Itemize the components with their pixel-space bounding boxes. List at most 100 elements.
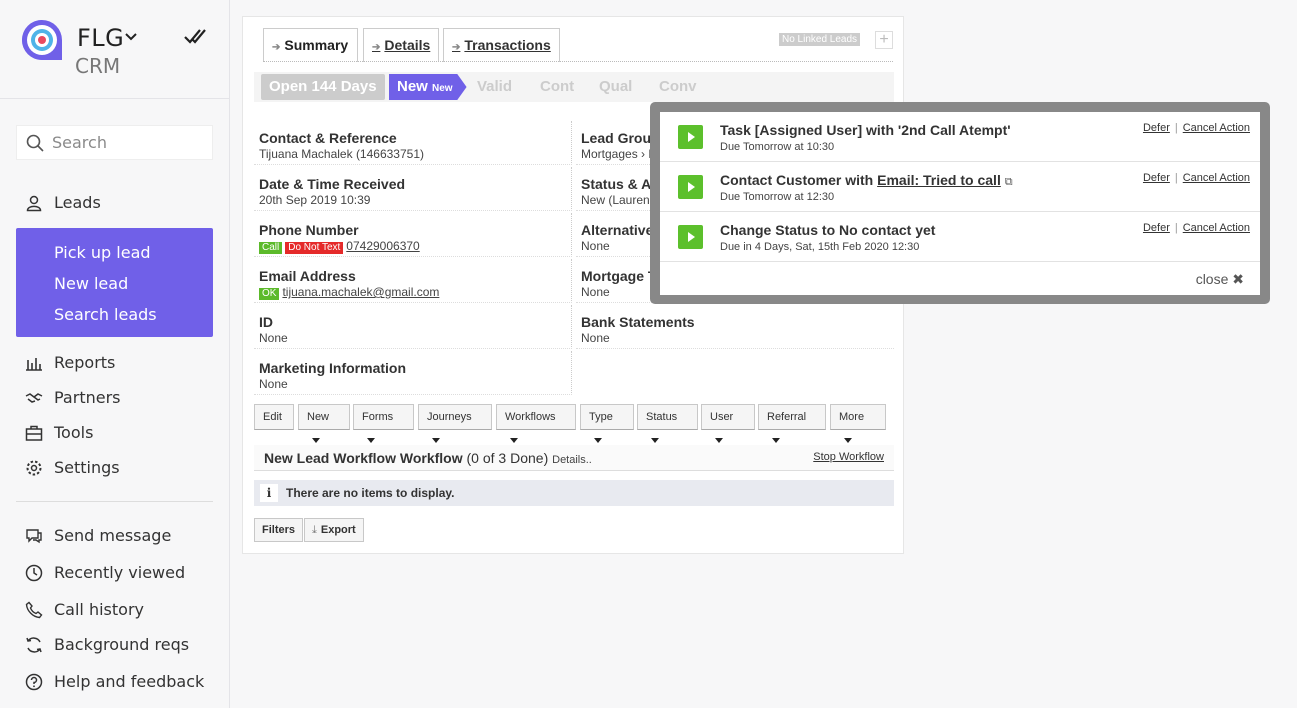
cancel-action-link[interactable]: Cancel Action [1183, 222, 1250, 234]
defer-link[interactable]: Defer [1143, 122, 1170, 134]
submenu-pick-up-lead[interactable]: Pick up lead [54, 243, 151, 262]
sidebar-item-partners[interactable]: Partners [25, 388, 120, 407]
sidebar-item-reports[interactable]: Reports [25, 353, 115, 372]
toolbox-icon [25, 425, 43, 441]
flg-logo-icon[interactable] [22, 20, 62, 60]
sidebar-item-call-history[interactable]: Call history [25, 600, 144, 619]
email-template-link[interactable]: Email: Tried to call [877, 172, 1001, 188]
close-popup-button[interactable]: close ✖ [1196, 271, 1244, 288]
call-badge[interactable]: Call [259, 242, 283, 254]
email-link[interactable]: tijuana.machalek@gmail.com [282, 285, 439, 299]
stage-valid[interactable]: Valid [469, 74, 520, 100]
button-label: Edit [263, 411, 282, 423]
export-button[interactable]: ⤓ Export [304, 518, 364, 542]
info-icon: i [260, 484, 278, 502]
play-icon[interactable] [678, 225, 703, 249]
add-linked-lead-button[interactable]: + [875, 31, 893, 49]
referral-dropdown-button[interactable]: Referral [758, 404, 826, 443]
field-email: Email Address OK tijuana.machalek@gmail.c… [254, 259, 572, 303]
sidebar-divider [16, 501, 213, 502]
sidebar-item-recently-viewed[interactable]: Recently viewed [25, 563, 185, 582]
task-title: Contact Customer with Email: Tried to ca… [720, 172, 1013, 189]
field-label: Bank Statements [581, 314, 695, 330]
cancel-action-link[interactable]: Cancel Action [1183, 172, 1250, 184]
chevron-down-icon[interactable] [123, 28, 139, 44]
user-dropdown-button[interactable]: User [701, 404, 755, 443]
action-separator: | [1174, 222, 1178, 234]
sidebar-item-help[interactable]: Help and feedback [25, 672, 204, 691]
status-dropdown-button[interactable]: Status [637, 404, 698, 443]
field-separator [254, 302, 572, 303]
defer-link[interactable]: Defer [1143, 172, 1170, 184]
stage-qual[interactable]: Qual [591, 74, 640, 100]
field-value: 20th Sep 2019 10:39 [259, 193, 371, 207]
more-dropdown-button[interactable]: More [830, 404, 886, 443]
field-separator [254, 394, 572, 395]
play-icon[interactable] [678, 175, 703, 199]
tab-transactions[interactable]: ➔ Transactions [443, 28, 560, 62]
action-separator: | [1174, 122, 1178, 134]
button-label: Journeys [427, 411, 472, 423]
submenu-new-lead[interactable]: New lead [54, 274, 128, 293]
button-label: More [839, 411, 865, 423]
empty-message: There are no items to display. [286, 486, 455, 500]
field-separator [254, 256, 572, 257]
task-actions: Defer | Cancel Action [1143, 172, 1250, 184]
tab-details[interactable]: ➔ Details [363, 28, 439, 62]
sidebar-item-label: Tools [54, 423, 94, 442]
sidebar-item-label: Send message [54, 526, 172, 545]
workflow-title: New Lead Workflow Workflow (0 of 3 Done)… [264, 450, 592, 466]
cancel-action-link[interactable]: Cancel Action [1183, 122, 1250, 134]
arrow-right-icon: ➔ [272, 42, 281, 53]
phone-link[interactable]: 07429006370 [346, 239, 419, 253]
field-value: None [581, 331, 610, 345]
filters-button[interactable]: Filters [254, 518, 304, 542]
field-value: None [581, 239, 610, 253]
submenu-search-leads[interactable]: Search leads [54, 305, 157, 324]
sidebar-item-background-reqs[interactable]: Background reqs [25, 635, 189, 654]
journeys-dropdown-button[interactable]: Journeys [418, 404, 492, 443]
user-icon [26, 195, 42, 211]
sidebar-item-send-message[interactable]: Send message [25, 526, 171, 545]
task-due: Due Tomorrow at 12:30 [720, 191, 835, 203]
sidebar-item-leads[interactable]: Leads [25, 193, 101, 212]
brand-name[interactable]: FLG [77, 24, 124, 52]
defer-link[interactable]: Defer [1143, 222, 1170, 234]
field-value: Tijuana Machalek (146633751) [259, 147, 424, 161]
search-input[interactable] [52, 133, 202, 152]
field-separator [576, 348, 894, 349]
tab-summary[interactable]: ➔ Summary [263, 28, 358, 62]
search-box[interactable] [16, 125, 213, 160]
field-label: Date & Time Received [259, 176, 406, 192]
stop-workflow-link[interactable]: Stop Workflow [813, 451, 884, 463]
sidebar-item-settings[interactable]: Settings [25, 458, 120, 477]
stage-open-days: Open 144 Days [261, 74, 385, 100]
field-value: None [581, 285, 610, 299]
search-icon [26, 134, 44, 152]
stage-conv[interactable]: Conv [651, 74, 705, 100]
type-dropdown-button[interactable]: Type [580, 404, 634, 443]
actions-popup-frame: Task [Assigned User] with '2nd Call Atem… [650, 102, 1270, 304]
edit-button[interactable]: Edit [254, 404, 294, 430]
no-linked-leads-badge: No Linked Leads [779, 33, 861, 46]
stage-new[interactable]: New New [389, 74, 467, 100]
sidebar: FLG CRM Leads Pick up lead New lead Sear… [0, 0, 230, 708]
stage-cont[interactable]: Cont [532, 74, 582, 100]
field-bank-statements: Bank Statements None [576, 305, 894, 349]
play-icon[interactable] [678, 125, 703, 149]
workflow-details-link[interactable]: Details.. [552, 454, 592, 466]
caret-down-icon [367, 438, 375, 443]
sidebar-divider [0, 98, 230, 99]
external-link-icon[interactable]: ⧉ [1005, 176, 1013, 188]
field-separator [571, 121, 572, 165]
download-icon: ⤓ [312, 524, 317, 536]
workflows-dropdown-button[interactable]: Workflows [496, 404, 576, 443]
tab-divider [263, 61, 893, 62]
sidebar-item-label: Partners [54, 388, 121, 407]
task-row: Change Status to No contact yet Due in 4… [660, 212, 1260, 262]
double-check-icon[interactable] [183, 24, 207, 48]
new-dropdown-button[interactable]: New [298, 404, 350, 443]
forms-dropdown-button[interactable]: Forms [353, 404, 414, 443]
button-label: Filters [262, 524, 296, 536]
sidebar-item-tools[interactable]: Tools [25, 423, 93, 442]
